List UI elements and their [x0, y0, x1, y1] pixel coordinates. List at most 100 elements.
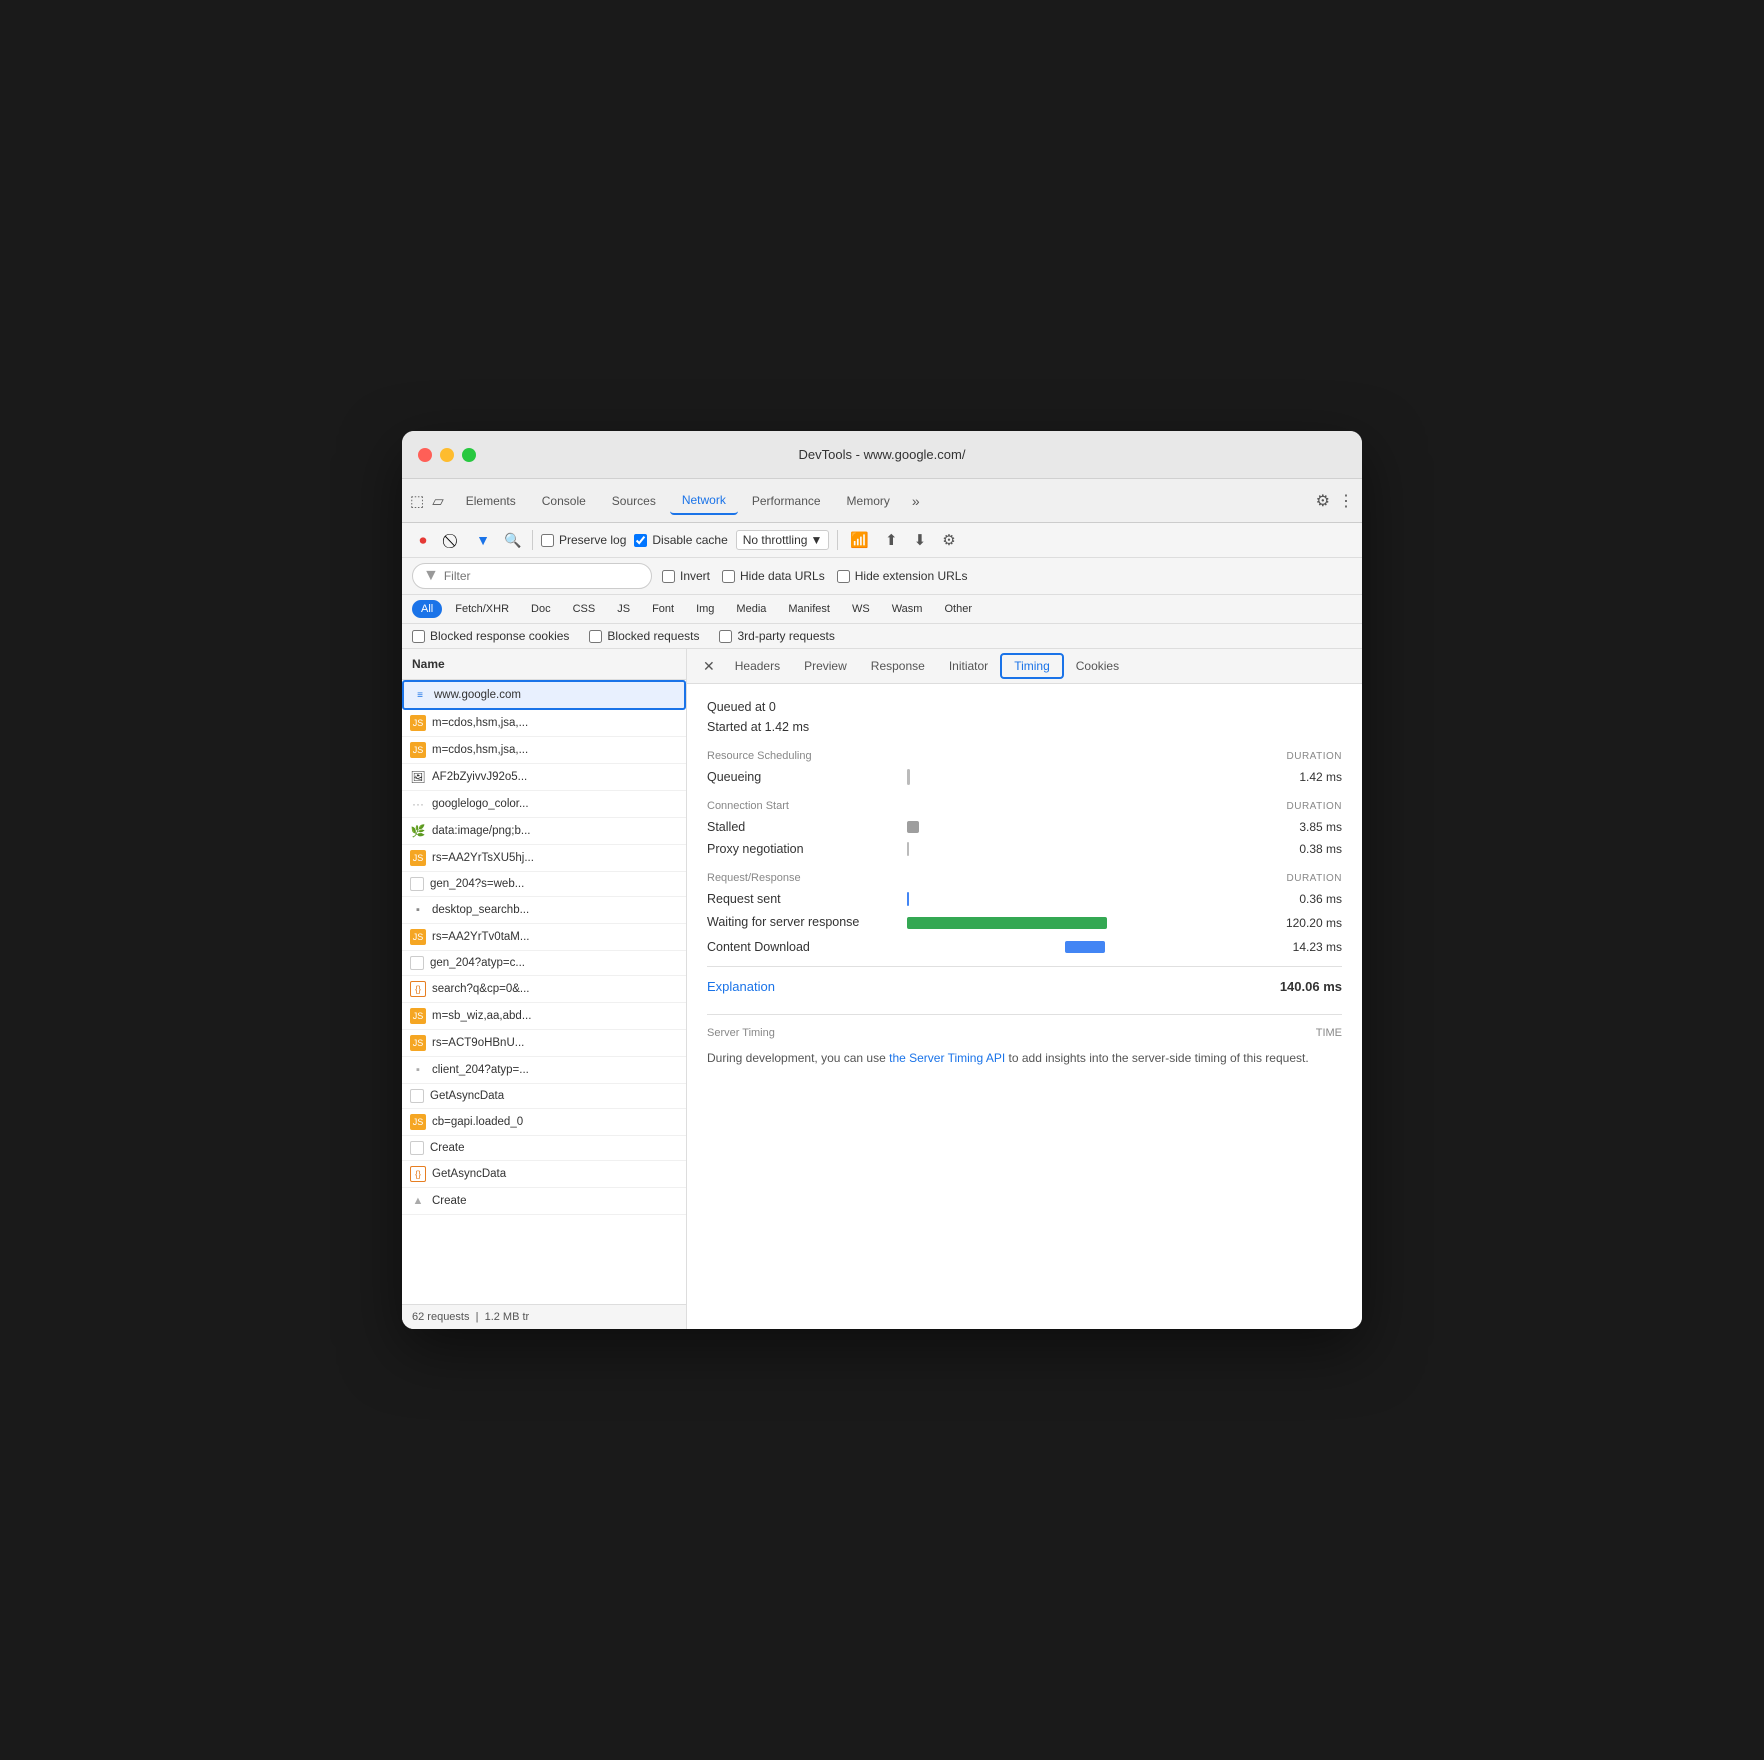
- tab-headers[interactable]: Headers: [723, 651, 792, 681]
- request-item-13[interactable]: JS rs=ACT9oHBnU...: [402, 1030, 686, 1057]
- type-filter-fetchxhr[interactable]: Fetch/XHR: [446, 600, 518, 618]
- request-item-15[interactable]: GetAsyncData: [402, 1084, 686, 1109]
- request-list: Name ≡ www.google.com JS m=cdos,hsm,jsa,…: [402, 649, 687, 1329]
- record-stop-button[interactable]: ⏺: [412, 529, 434, 551]
- type-filter-wasm[interactable]: Wasm: [883, 600, 932, 618]
- server-timing-text-before: During development, you can use: [707, 1051, 889, 1065]
- img-icon-3: 🖼: [410, 769, 426, 785]
- throttle-selector[interactable]: No throttling ▼: [736, 530, 830, 550]
- js-icon-1: JS: [410, 715, 426, 731]
- more-options-icon[interactable]: ⋮: [1338, 491, 1354, 511]
- search-button[interactable]: 🔍: [502, 529, 524, 551]
- wifi-icon[interactable]: 📶: [846, 529, 873, 551]
- request-item-3[interactable]: 🖼 AF2bZyivvJ92o5...: [402, 764, 686, 791]
- server-timing-api-link[interactable]: the Server Timing API: [889, 1051, 1005, 1065]
- third-party-checkbox[interactable]: 3rd-party requests: [719, 629, 834, 643]
- request-name-6: rs=AA2YrTsXU5hj...: [432, 852, 678, 864]
- timing-row-stalled: Stalled 3.85 ms: [707, 820, 1342, 834]
- request-item-18[interactable]: {} GetAsyncData: [402, 1161, 686, 1188]
- request-count: 62 requests: [412, 1311, 469, 1323]
- type-filter-manifest[interactable]: Manifest: [779, 600, 839, 618]
- explanation-link[interactable]: Explanation: [707, 979, 775, 994]
- blocked-cookies-checkbox[interactable]: Blocked response cookies: [412, 629, 569, 643]
- request-item-8[interactable]: ▪ desktop_searchb...: [402, 897, 686, 924]
- type-filter-doc[interactable]: Doc: [522, 600, 560, 618]
- filter-button[interactable]: ▼: [472, 529, 494, 551]
- request-item-19[interactable]: ▲ Create: [402, 1188, 686, 1215]
- blocked-cookies-input[interactable]: [412, 630, 425, 643]
- type-filter-img[interactable]: Img: [687, 600, 723, 618]
- resource-scheduling-duration-label: DURATION: [1287, 751, 1342, 762]
- request-item-17[interactable]: Create: [402, 1136, 686, 1161]
- tab-sources[interactable]: Sources: [600, 488, 668, 514]
- settings-icon[interactable]: ⚙: [1316, 491, 1330, 511]
- request-item-6[interactable]: JS rs=AA2YrTsXU5hj...: [402, 845, 686, 872]
- device-icon[interactable]: ▱: [432, 492, 444, 510]
- blocked-requests-checkbox[interactable]: Blocked requests: [589, 629, 699, 643]
- disable-cache-checkbox[interactable]: Disable cache: [634, 533, 727, 547]
- tab-memory[interactable]: Memory: [835, 488, 902, 514]
- hide-data-urls-checkbox[interactable]: Hide data URLs: [722, 569, 825, 583]
- type-filter-media[interactable]: Media: [727, 600, 775, 618]
- tab-cookies[interactable]: Cookies: [1064, 651, 1131, 681]
- tab-initiator[interactable]: Initiator: [937, 651, 1000, 681]
- request-name-15: GetAsyncData: [430, 1090, 678, 1102]
- request-item-1[interactable]: JS m=cdos,hsm,jsa,...: [402, 710, 686, 737]
- download-icon[interactable]: ⬇: [910, 529, 931, 551]
- settings-icon-2[interactable]: ⚙: [938, 529, 959, 551]
- type-filter-all[interactable]: All: [412, 600, 442, 618]
- resource-scheduling-label: Resource Scheduling: [707, 750, 812, 762]
- request-item-2[interactable]: JS m=cdos,hsm,jsa,...: [402, 737, 686, 764]
- clear-button[interactable]: ⃠: [442, 529, 464, 551]
- disable-cache-input[interactable]: [634, 534, 647, 547]
- request-item-10[interactable]: gen_204?atyp=c...: [402, 951, 686, 976]
- cursor-icon[interactable]: ⬚: [410, 492, 424, 510]
- tab-performance[interactable]: Performance: [740, 488, 833, 514]
- request-item-5[interactable]: 🌿 data:image/png;b...: [402, 818, 686, 845]
- filter-input[interactable]: [444, 569, 641, 583]
- preserve-log-input[interactable]: [541, 534, 554, 547]
- hide-extension-urls-checkbox[interactable]: Hide extension URLs: [837, 569, 968, 583]
- tab-elements[interactable]: Elements: [454, 488, 528, 514]
- upload-icon[interactable]: ⬆: [881, 529, 902, 551]
- tab-console[interactable]: Console: [530, 488, 598, 514]
- minimize-button[interactable]: [440, 448, 454, 462]
- preserve-log-checkbox[interactable]: Preserve log: [541, 533, 626, 547]
- request-item-16[interactable]: JS cb=gapi.loaded_0: [402, 1109, 686, 1136]
- type-filter-css[interactable]: CSS: [564, 600, 605, 618]
- request-name-8: desktop_searchb...: [432, 904, 678, 916]
- tab-network[interactable]: Network: [670, 487, 738, 515]
- third-party-input[interactable]: [719, 630, 732, 643]
- tab-more-button[interactable]: »: [904, 489, 928, 513]
- tab-timing[interactable]: Timing: [1000, 653, 1064, 679]
- request-item-0[interactable]: ≡ www.google.com: [402, 680, 686, 710]
- close-button[interactable]: [418, 448, 432, 462]
- request-item-12[interactable]: JS m=sb_wiz,aa,abd...: [402, 1003, 686, 1030]
- filter-funnel-icon: ▼: [423, 567, 439, 585]
- request-name-19: Create: [432, 1195, 678, 1207]
- hide-extension-urls-input[interactable]: [837, 570, 850, 583]
- request-item-4[interactable]: ··· googlelogo_color...: [402, 791, 686, 818]
- request-item-14[interactable]: ▪ client_204?atyp=...: [402, 1057, 686, 1084]
- request-name-10: gen_204?atyp=c...: [430, 957, 678, 969]
- type-filter-other[interactable]: Other: [935, 600, 981, 618]
- tab-preview[interactable]: Preview: [792, 651, 859, 681]
- request-item-9[interactable]: JS rs=AA2YrTv0taM...: [402, 924, 686, 951]
- request-item-11[interactable]: {} search?q&cp=0&...: [402, 976, 686, 1003]
- timing-row-waiting: Waiting for server response 120.20 ms: [707, 914, 1342, 932]
- timing-close-button[interactable]: ✕: [695, 650, 723, 683]
- tab-response[interactable]: Response: [859, 651, 937, 681]
- resource-scheduling-header: Resource Scheduling DURATION: [707, 750, 1342, 762]
- blocked-requests-input[interactable]: [589, 630, 602, 643]
- request-item-7[interactable]: gen_204?s=web...: [402, 872, 686, 897]
- type-filter-ws[interactable]: WS: [843, 600, 879, 618]
- invert-checkbox[interactable]: Invert: [662, 569, 710, 583]
- fullscreen-button[interactable]: [462, 448, 476, 462]
- type-filter-js[interactable]: JS: [608, 600, 639, 618]
- request-items: ≡ www.google.com JS m=cdos,hsm,jsa,... J…: [402, 680, 686, 1304]
- type-filter-font[interactable]: Font: [643, 600, 683, 618]
- invert-input[interactable]: [662, 570, 675, 583]
- empty-icon-15: [410, 1089, 424, 1103]
- content-download-value: 14.23 ms: [1252, 940, 1342, 954]
- hide-data-urls-input[interactable]: [722, 570, 735, 583]
